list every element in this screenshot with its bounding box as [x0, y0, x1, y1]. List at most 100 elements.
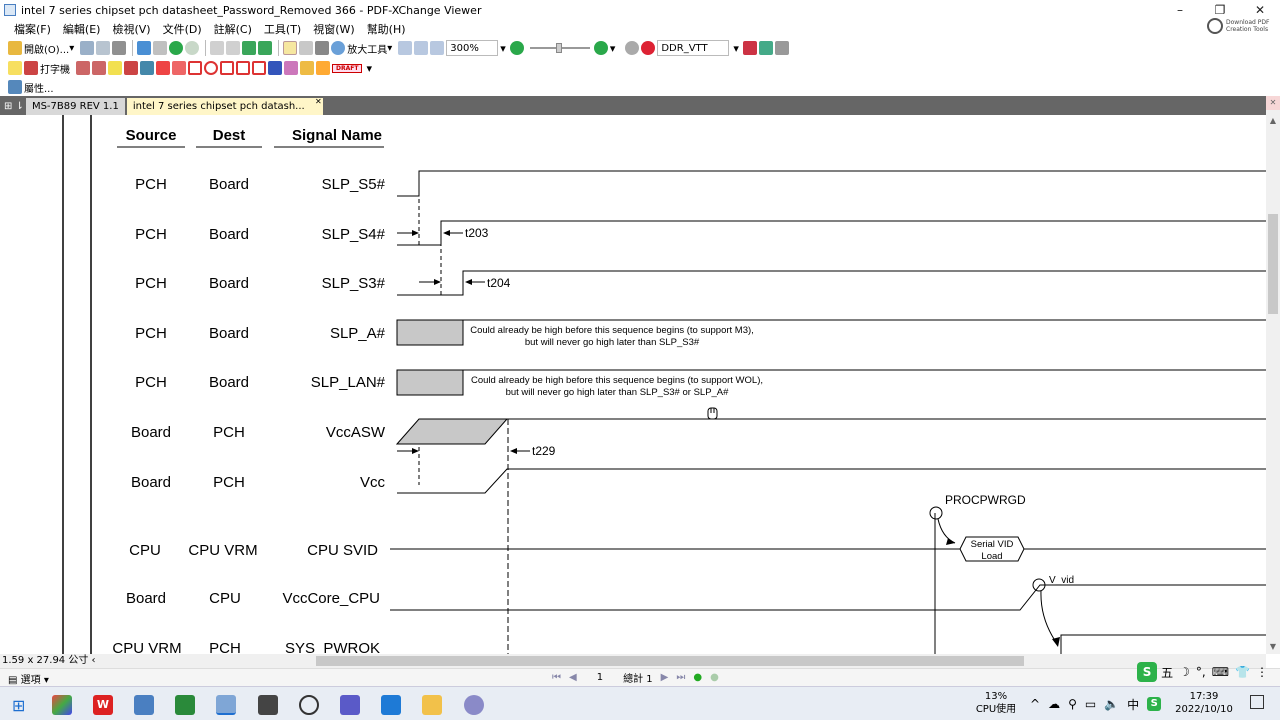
- skin-icon[interactable]: 👕: [1235, 665, 1250, 679]
- wps-writer-icon[interactable]: W: [93, 695, 113, 715]
- first-page-icon[interactable]: ⏮: [552, 672, 561, 683]
- last-page-icon[interactable]: ⏭: [676, 672, 685, 683]
- pencil-icon[interactable]: [284, 61, 298, 75]
- search-prev-icon[interactable]: [742, 41, 757, 55]
- tab-intel-datasheet[interactable]: intel 7 series chipset pch datash... ✕: [126, 97, 323, 115]
- cloud-icon[interactable]: [252, 61, 266, 75]
- underline-icon[interactable]: [140, 61, 154, 75]
- document-viewport[interactable]: Source Dest Signal Name PCH Board SLP_S5…: [0, 115, 1266, 654]
- draft-stamp-button[interactable]: DRAFT: [332, 63, 363, 73]
- search-next-icon[interactable]: [758, 41, 773, 55]
- zoom-level-select[interactable]: 300%: [446, 40, 499, 56]
- volume-icon[interactable]: 🔈: [1104, 697, 1119, 711]
- rotate-left-icon[interactable]: [242, 41, 257, 55]
- open-button[interactable]: 開啟(O)... ▾: [8, 39, 74, 57]
- menu-edit[interactable]: 編輯(E): [63, 21, 101, 37]
- save-as-icon[interactable]: [96, 41, 111, 55]
- tray-expand-icon[interactable]: ^: [1030, 697, 1040, 711]
- download-pdf-tools-button[interactable]: Download PDF Creation Tools: [1207, 18, 1274, 34]
- rotate-right-icon[interactable]: [258, 41, 273, 55]
- typewriter-button[interactable]: 打字機: [24, 59, 70, 77]
- scroll-down-icon[interactable]: ▼: [1266, 640, 1280, 654]
- tab-ms-7b89[interactable]: MS-7B89 REV 1.1: [25, 98, 125, 115]
- scan-icon[interactable]: [153, 41, 168, 55]
- minimize-button[interactable]: –: [1160, 0, 1200, 20]
- tab-list-icon[interactable]: ⊞ ⇂: [4, 98, 24, 115]
- find-icon[interactable]: [625, 41, 640, 55]
- go-forward-icon[interactable]: [185, 41, 200, 55]
- redo-icon[interactable]: [226, 41, 241, 55]
- polygon-icon[interactable]: [220, 61, 234, 75]
- next-page-icon[interactable]: ▶: [661, 672, 669, 683]
- eraser-icon[interactable]: [300, 61, 314, 75]
- moon-icon[interactable]: ☽: [1179, 665, 1190, 679]
- highlight-search-icon[interactable]: [641, 41, 656, 55]
- zoom-tool-button[interactable]: 放大工具 ▾: [331, 39, 392, 57]
- app-painter-icon[interactable]: [52, 695, 72, 715]
- strikeout-icon[interactable]: [124, 61, 138, 75]
- undo-icon[interactable]: [210, 41, 225, 55]
- menu-view[interactable]: 檢視(V): [112, 21, 150, 37]
- ime-menu-icon[interactable]: ⋮: [1256, 665, 1268, 679]
- shuffle-app-icon[interactable]: [258, 695, 278, 715]
- file-explorer-icon[interactable]: [422, 695, 442, 715]
- feishu-icon[interactable]: [381, 695, 401, 715]
- notification-center-icon[interactable]: [1250, 695, 1264, 709]
- go-back-icon[interactable]: [169, 41, 184, 55]
- sogou-tray-icon[interactable]: S: [1147, 697, 1162, 711]
- highlight-icon[interactable]: [108, 61, 122, 75]
- sogou-ime-icon[interactable]: S: [1137, 662, 1158, 682]
- zoom-slider-handle[interactable]: [555, 43, 562, 53]
- current-page-input[interactable]: 1: [597, 672, 603, 683]
- print-icon[interactable]: [112, 41, 127, 55]
- select-text-icon[interactable]: [299, 41, 314, 55]
- windows-start-icon[interactable]: ⊞: [12, 696, 25, 715]
- actual-size-icon[interactable]: [398, 41, 413, 55]
- browser-icon[interactable]: [299, 695, 319, 715]
- zoom-in-icon[interactable]: [593, 41, 608, 55]
- menu-file[interactable]: 檔案(F): [14, 21, 51, 37]
- oval-icon[interactable]: [204, 61, 218, 75]
- save-icon[interactable]: [80, 41, 95, 55]
- polygon-line-icon[interactable]: [236, 61, 250, 75]
- vertical-scroll-thumb[interactable]: [1268, 214, 1278, 314]
- horizontal-scrollbar[interactable]: 1.59 x 27.94 公寸 ‹: [0, 654, 1266, 668]
- line-icon[interactable]: [172, 61, 186, 75]
- rectangle-icon[interactable]: [188, 61, 202, 75]
- menu-help[interactable]: 幫助(H): [367, 21, 406, 37]
- gpu-z-icon[interactable]: [175, 695, 195, 715]
- scroll-up-icon[interactable]: ▲: [1266, 114, 1280, 128]
- close-doc-icon[interactable]: ✕: [1266, 96, 1280, 110]
- hand-tool-icon[interactable]: [283, 41, 298, 55]
- zoom-out-icon[interactable]: [509, 41, 524, 55]
- menu-comments[interactable]: 註解(C): [214, 21, 252, 37]
- display-icon[interactable]: ▭: [1085, 697, 1096, 711]
- history-back-icon[interactable]: ●: [693, 672, 702, 683]
- keyboard-icon[interactable]: ⌨: [1212, 665, 1229, 679]
- history-forward-icon[interactable]: ●: [710, 672, 719, 683]
- note-icon[interactable]: [8, 61, 22, 75]
- snapshot-icon[interactable]: [315, 41, 330, 55]
- fit-page-icon[interactable]: [414, 41, 429, 55]
- pin-icon[interactable]: [268, 61, 282, 75]
- close-tab-icon[interactable]: ✕: [315, 93, 322, 110]
- search-input[interactable]: DDR_VTT: [657, 40, 730, 56]
- callout-icon[interactable]: [92, 61, 106, 75]
- stamp-icon[interactable]: [316, 61, 330, 75]
- clock[interactable]: 17:39 2022/10/10: [1168, 690, 1240, 716]
- textbox-icon[interactable]: [76, 61, 90, 75]
- menu-window[interactable]: 視窗(W): [313, 21, 354, 37]
- properties-button[interactable]: 屬性...: [8, 78, 54, 96]
- arrow-icon[interactable]: [156, 61, 170, 75]
- menu-document[interactable]: 文件(D): [163, 21, 202, 37]
- fit-width-icon[interactable]: [430, 41, 445, 55]
- toolbar-options-icon[interactable]: [774, 41, 789, 55]
- menu-tools[interactable]: 工具(T): [264, 21, 301, 37]
- usb-icon[interactable]: ⚲: [1068, 697, 1077, 711]
- close-button[interactable]: ✕: [1240, 0, 1280, 20]
- pdf-xchange-taskbar-icon[interactable]: [216, 695, 236, 715]
- vertical-scrollbar[interactable]: ✕ ▲ ▼: [1266, 96, 1280, 654]
- calculator-icon[interactable]: [134, 695, 154, 715]
- email-icon[interactable]: [137, 41, 152, 55]
- options-button[interactable]: ▤ 選項 ▾: [8, 671, 49, 686]
